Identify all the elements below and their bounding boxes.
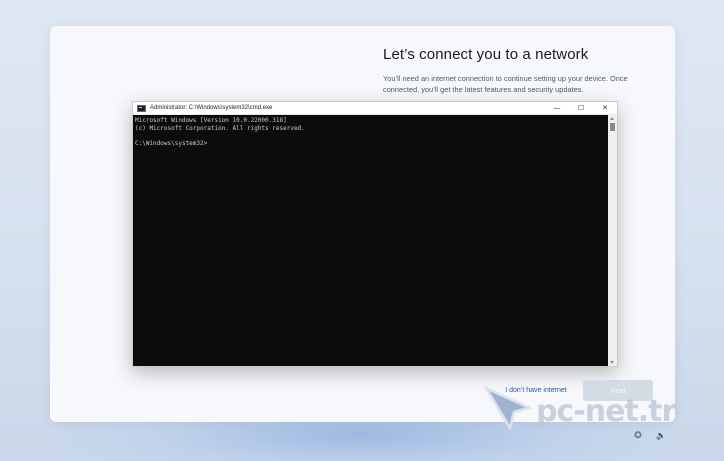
cmd-icon	[137, 104, 146, 112]
page-title: Let’s connect you to a network	[383, 46, 589, 63]
accessibility-icon[interactable]: ✪	[632, 430, 644, 442]
cmd-titlebar[interactable]: Administrator: C:\Windows\system32\cmd.e…	[133, 102, 617, 115]
cmd-window[interactable]: Administrator: C:\Windows\system32\cmd.e…	[132, 101, 618, 367]
scroll-down-arrow-icon[interactable]	[610, 361, 614, 364]
cursor-arrow-icon	[484, 386, 532, 430]
scroll-up-arrow-icon[interactable]	[610, 117, 614, 120]
console-line: (c) Microsoft Corporation. All rights re…	[135, 124, 305, 132]
console-prompt[interactable]: C:\Windows\system32>	[135, 140, 617, 148]
console-output[interactable]: Microsoft Windows [Version 10.0.22000.31…	[133, 115, 617, 366]
scrollbar-thumb[interactable]	[610, 123, 615, 131]
minimize-button[interactable]: —	[545, 102, 569, 115]
maximize-button[interactable]: ☐	[569, 102, 593, 115]
console-line: Microsoft Windows [Version 10.0.22000.31…	[135, 117, 287, 124]
watermark-text: pc-net.tr	[536, 394, 676, 429]
close-button[interactable]: ✕	[593, 102, 617, 115]
page-subtitle: You’ll need an internet connection to co…	[383, 74, 628, 94]
cmd-window-title: Administrator: C:\Windows\system32\cmd.e…	[150, 105, 273, 111]
scrollbar[interactable]	[608, 115, 617, 366]
volume-icon[interactable]: 🔈	[655, 430, 667, 442]
